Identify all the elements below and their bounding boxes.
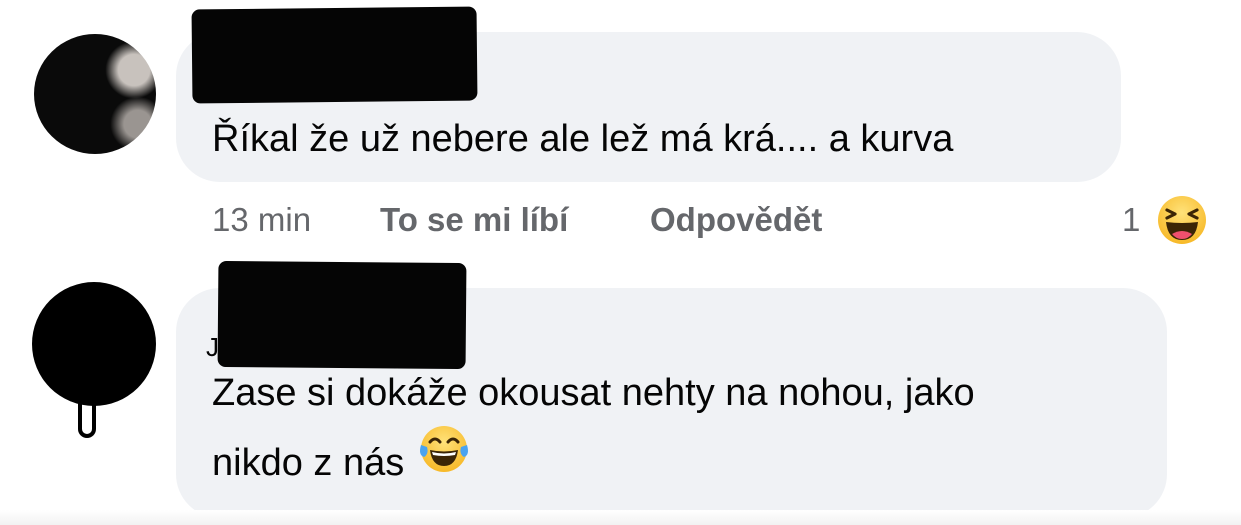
comment-text-line-part: nikdo z nás [212, 442, 405, 484]
face-with-tears-of-joy-icon [418, 423, 470, 498]
avatar[interactable] [34, 34, 156, 154]
like-button[interactable]: To se mi líbí [380, 198, 568, 242]
redacted-author-name [217, 260, 467, 370]
redacted-author-name [191, 6, 478, 104]
laughing-squinting-face-icon[interactable] [1156, 194, 1208, 251]
comment-text-line: Zase si dokáže okousat nehty na nohou, j… [212, 372, 975, 414]
comment-thread: Říkal že už nebere ale lež má krá.... a … [0, 0, 1241, 525]
divider [0, 510, 1241, 525]
comment-text: Zase si dokáže okousat nehty na nohou, j… [212, 358, 975, 498]
reply-button[interactable]: Odpovědět [650, 198, 822, 242]
avatar-decoration [78, 388, 96, 438]
comment-text: Říkal že už nebere ale lež má krá.... a … [212, 118, 954, 160]
comment-timestamp[interactable]: 13 min [212, 198, 311, 242]
comment-text-line-2: nikdo z nás [212, 426, 975, 498]
reaction-count[interactable]: 1 [1122, 198, 1140, 242]
